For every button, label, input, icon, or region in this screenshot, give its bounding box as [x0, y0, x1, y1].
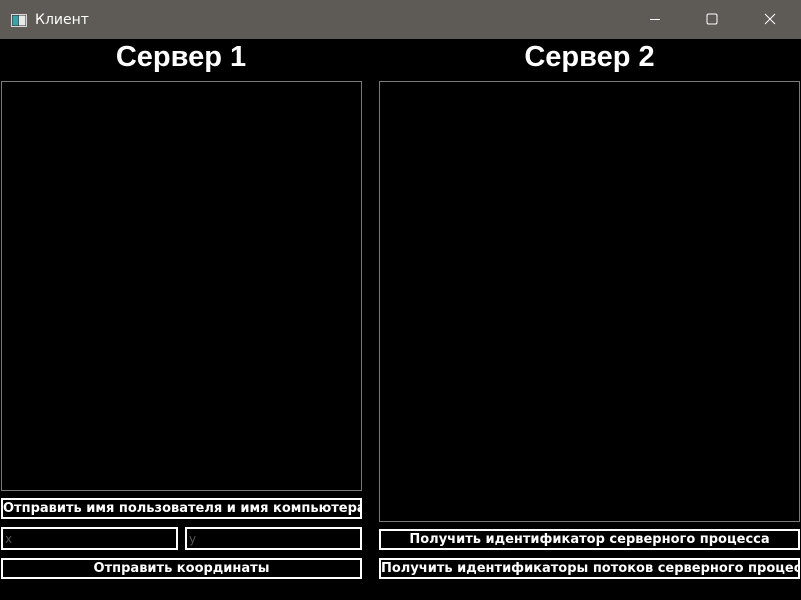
server1-output[interactable] — [1, 81, 362, 491]
client-window: Клиент Сервер 1 Отправить имя пользовате… — [0, 0, 801, 600]
maximize-button[interactable] — [684, 0, 740, 39]
window-title: Клиент — [35, 12, 89, 28]
server2-output[interactable] — [379, 81, 800, 522]
title-bar[interactable]: Клиент — [0, 0, 801, 39]
y-coordinate-input[interactable] — [185, 527, 362, 550]
get-server-thread-ids-button[interactable]: Получить идентификаторы потоков серверно… — [379, 558, 800, 579]
get-server-process-id-button[interactable]: Получить идентификатор серверного процес… — [379, 529, 800, 550]
send-coordinates-button[interactable]: Отправить координаты — [1, 558, 362, 579]
maximize-icon — [706, 10, 718, 29]
close-icon — [764, 10, 776, 29]
server2-title: Сервер 2 — [524, 41, 655, 73]
send-username-computername-button[interactable]: Отправить имя пользователя и имя компьют… — [1, 498, 362, 519]
app-window-icon — [11, 12, 27, 27]
minimize-icon — [649, 10, 661, 29]
x-coordinate-input[interactable] — [1, 527, 178, 550]
close-button[interactable] — [742, 0, 798, 39]
server1-title: Сервер 1 — [115, 41, 247, 73]
minimize-button[interactable] — [627, 0, 683, 39]
